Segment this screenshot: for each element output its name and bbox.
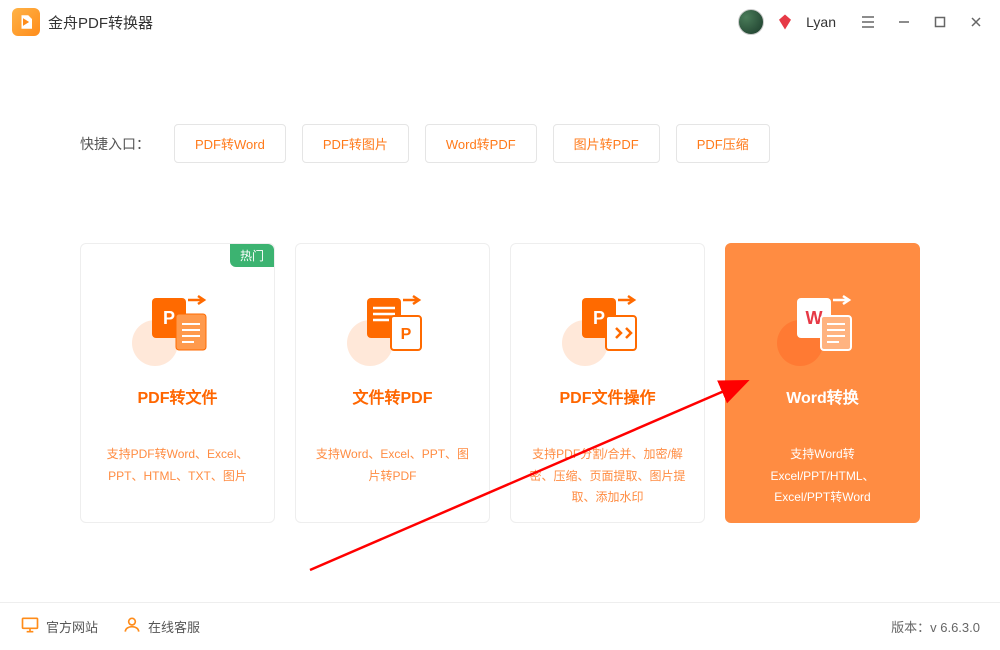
support-label: 在线客服 <box>148 617 200 636</box>
online-support-link[interactable]: 在线客服 <box>122 615 200 638</box>
pdf-to-file-icon: P <box>146 290 210 354</box>
card-pdf-to-file[interactable]: 热门 P PDF转文件 支持PDF转Word、Excel、PPT、HTML、TX… <box>80 243 275 523</box>
card-title: 文件转PDF <box>352 384 432 408</box>
headset-icon <box>122 615 142 638</box>
footer: 官方网站 在线客服 版本：v 6.6.3.0 <box>0 602 1000 650</box>
website-label: 官方网站 <box>46 617 98 636</box>
file-to-pdf-icon: P <box>361 290 425 354</box>
quick-btn-pdf-compress[interactable]: PDF压缩 <box>676 124 770 163</box>
quick-btn-pdf-to-image[interactable]: PDF转图片 <box>302 124 409 163</box>
quick-entry-row: 快捷入口： PDF转Word PDF转图片 Word转PDF 图片转PDF PD… <box>0 124 1000 163</box>
quick-btn-word-to-pdf[interactable]: Word转PDF <box>425 124 537 163</box>
user-name[interactable]: Lyan <box>806 14 836 30</box>
titlebar: 金舟PDF转换器 Lyan <box>0 0 1000 44</box>
word-convert-icon: W <box>791 290 855 354</box>
quick-btn-pdf-to-word[interactable]: PDF转Word <box>174 124 286 163</box>
feature-cards: 热门 P PDF转文件 支持PDF转Word、Excel、PPT、HTML、TX… <box>0 243 1000 523</box>
card-desc: 支持Word转Excel/PPT/HTML、Excel/PPT转Word <box>740 444 905 509</box>
svg-text:P: P <box>592 308 604 328</box>
menu-button[interactable] <box>856 10 880 34</box>
vip-badge-icon <box>776 13 794 31</box>
monitor-icon <box>20 615 40 638</box>
hot-badge: 热门 <box>230 244 274 267</box>
svg-text:P: P <box>162 308 174 328</box>
card-desc: 支持PDF转Word、Excel、PPT、HTML、TXT、图片 <box>95 444 260 487</box>
maximize-button[interactable] <box>928 10 952 34</box>
svg-text:P: P <box>400 326 411 343</box>
user-avatar[interactable] <box>738 9 764 35</box>
app-title: 金舟PDF转换器 <box>48 12 153 33</box>
card-pdf-operations[interactable]: P PDF文件操作 支持PDF分割/合并、加密/解密、压缩、页面提取、图片提取、… <box>510 243 705 523</box>
card-title: PDF转文件 <box>137 384 217 408</box>
card-word-convert[interactable]: W Word转换 支持Word转Excel/PPT/HTML、Excel/PPT… <box>725 243 920 523</box>
minimize-button[interactable] <box>892 10 916 34</box>
card-title: PDF文件操作 <box>559 384 655 408</box>
card-desc: 支持Word、Excel、PPT、图片转PDF <box>310 444 475 487</box>
app-logo-icon <box>12 8 40 36</box>
card-file-to-pdf[interactable]: P 文件转PDF 支持Word、Excel、PPT、图片转PDF <box>295 243 490 523</box>
pdf-operations-icon: P <box>576 290 640 354</box>
card-desc: 支持PDF分割/合并、加密/解密、压缩、页面提取、图片提取、添加水印 <box>525 444 690 509</box>
quick-entry-label: 快捷入口： <box>80 134 150 154</box>
official-website-link[interactable]: 官方网站 <box>20 615 98 638</box>
svg-text:W: W <box>805 308 822 328</box>
close-button[interactable] <box>964 10 988 34</box>
version-info: 版本：v 6.6.3.0 <box>891 617 980 636</box>
quick-btn-image-to-pdf[interactable]: 图片转PDF <box>553 124 660 163</box>
card-title: Word转换 <box>786 384 859 408</box>
